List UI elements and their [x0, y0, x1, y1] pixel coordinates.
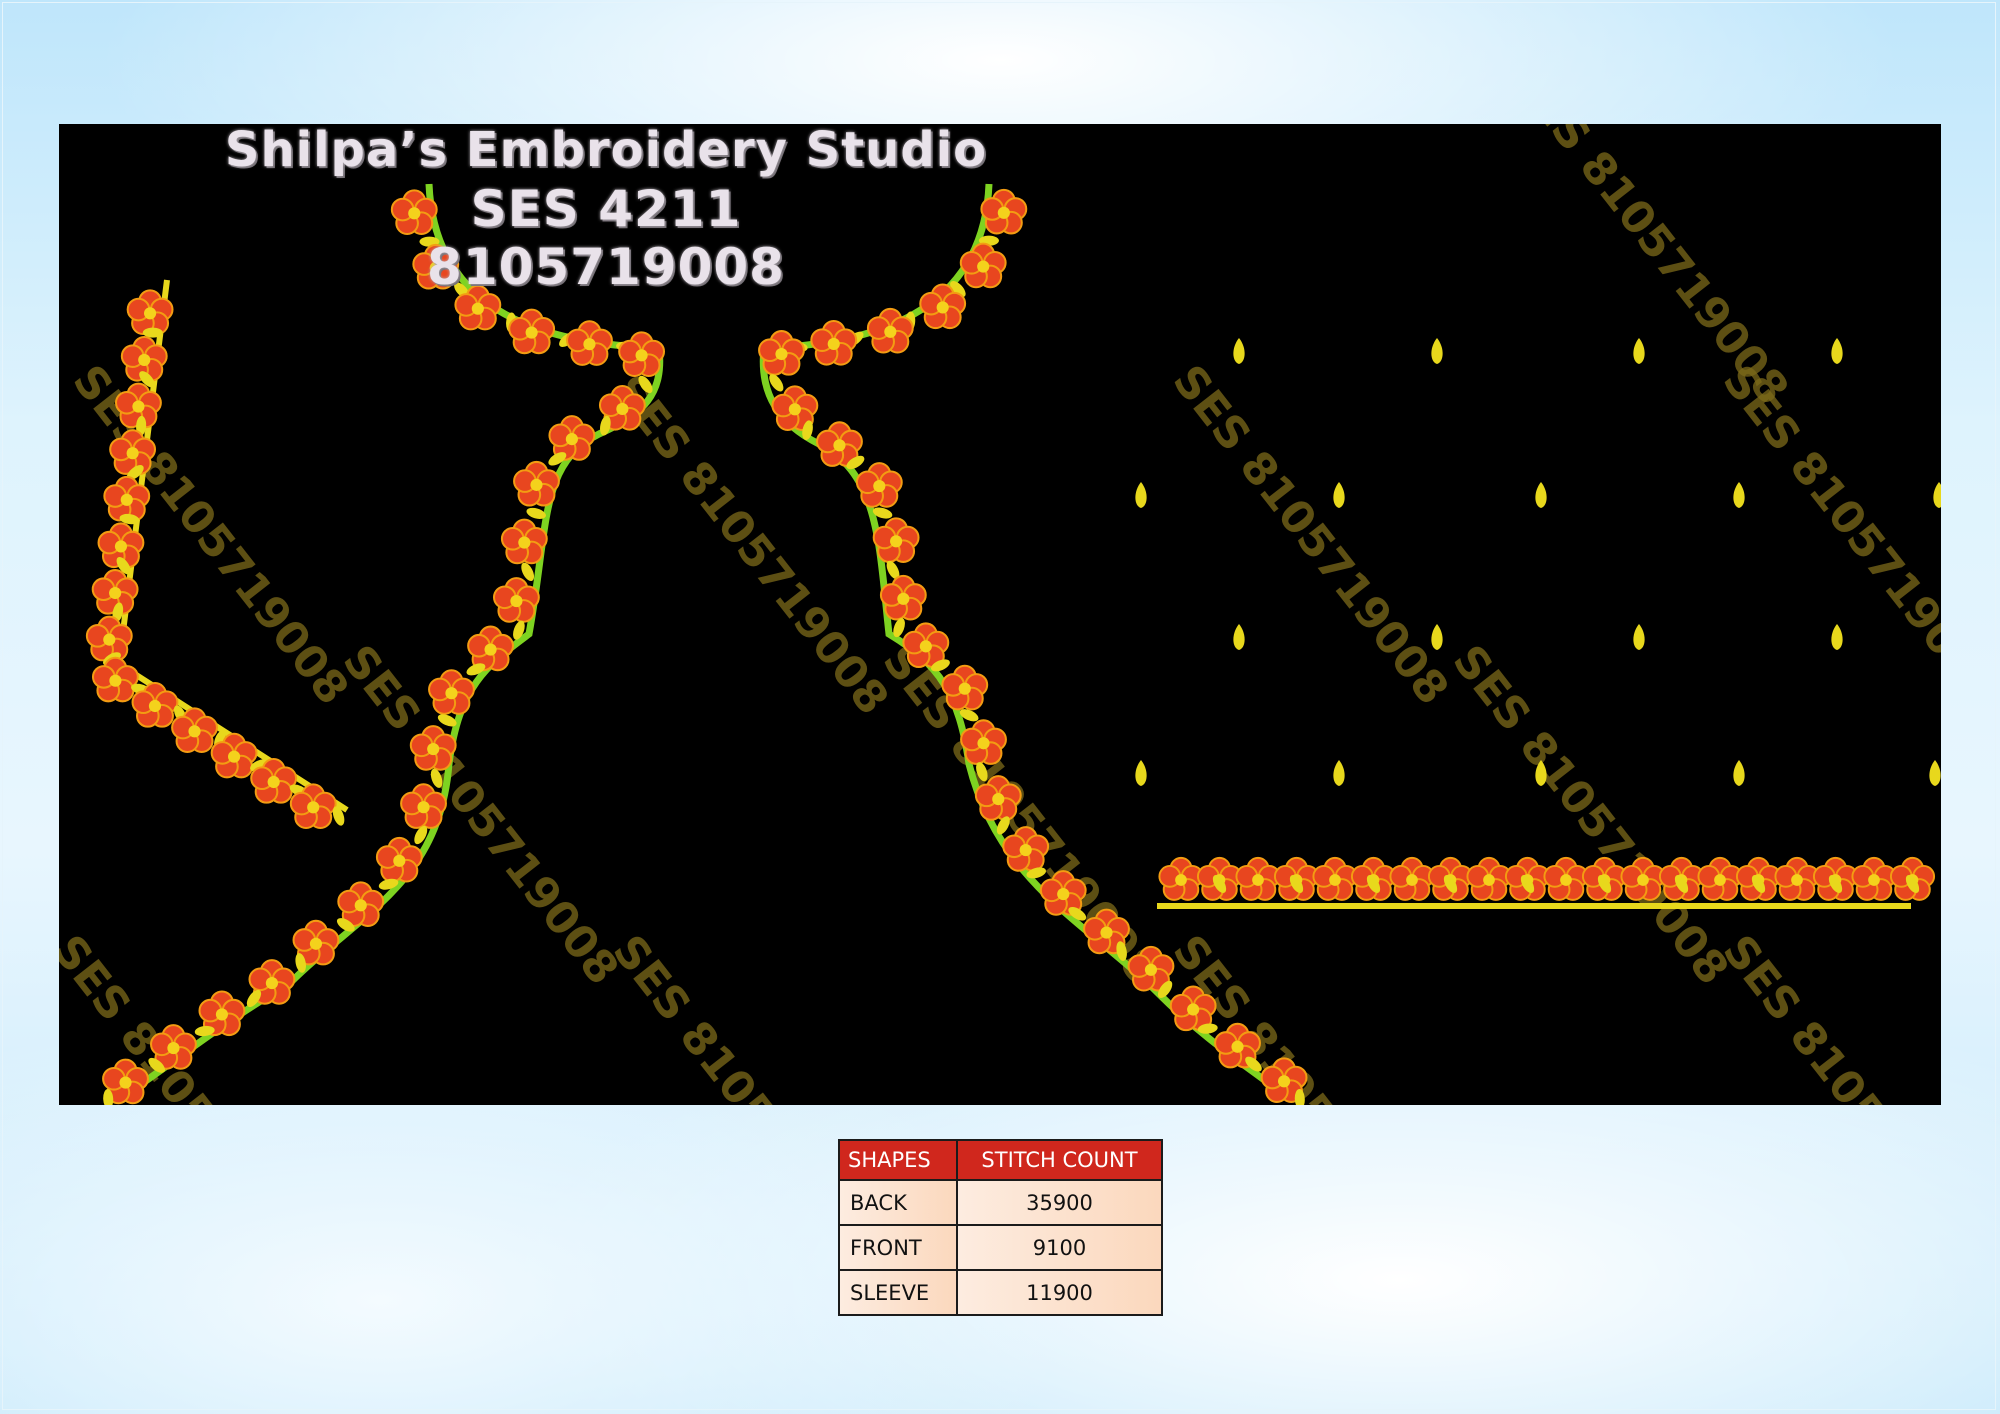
butta-motif	[1431, 338, 1443, 364]
watermark-text: SES 8105719008	[1443, 636, 1739, 994]
table-header-row: SHAPES STITCH COUNT	[838, 1139, 1163, 1181]
flower-motif	[1158, 856, 1204, 901]
phone-number: 8105719008	[427, 238, 785, 296]
flower-motif	[941, 664, 989, 711]
studio-name: Shilpa’s Embroidery Studio	[224, 122, 988, 178]
butta-motif	[1431, 624, 1443, 650]
header-shapes: SHAPES	[838, 1139, 958, 1181]
flower-motif	[1466, 856, 1512, 901]
flower-motif	[810, 319, 858, 366]
flower-motif	[1389, 856, 1435, 901]
flower-motif	[1543, 856, 1589, 901]
header-stitch-count: STITCH COUNT	[956, 1139, 1163, 1181]
flower-motif	[1312, 856, 1358, 901]
flower-motif	[1774, 856, 1820, 901]
watermark-text: SES 8105719008	[1713, 356, 1941, 714]
butta-motif	[1535, 482, 1547, 508]
flower-motif	[1235, 856, 1281, 901]
flower-motif	[375, 836, 423, 883]
flower-motif	[428, 669, 475, 715]
cell-count: 11900	[956, 1269, 1163, 1316]
butta-motif	[1733, 482, 1745, 508]
watermark-text: SES 8105719008	[333, 636, 629, 994]
butta-motif	[1333, 760, 1345, 786]
flower-motif	[872, 517, 920, 563]
butta-motif	[1831, 338, 1843, 364]
flower-motif	[618, 331, 666, 377]
embroidery-design-panel: SES 8105719008 SES 8105719008 SES 81057190…	[59, 124, 1941, 1105]
butta-motif	[1135, 482, 1147, 508]
watermark-text: SES 8105719008	[603, 926, 899, 1105]
table-row: FRONT 9100	[838, 1224, 1163, 1271]
watermark-text: SES 8105719008	[1163, 356, 1459, 714]
flower-motif	[548, 415, 596, 461]
flower-motif	[855, 462, 903, 508]
cell-shape: FRONT	[838, 1224, 958, 1271]
cell-count: 9100	[956, 1224, 1163, 1271]
flower-motif	[758, 330, 805, 376]
butta-motif	[1333, 482, 1345, 508]
flower-motif	[91, 656, 139, 703]
watermark-text: SES 8105719008	[59, 926, 338, 1105]
flower-motif	[467, 625, 514, 672]
design-code: SES 4211	[470, 180, 742, 238]
flower-motif	[879, 574, 927, 621]
stitch-count-table: SHAPES STITCH COUNT BACK 35900 FRONT 910…	[838, 1139, 1163, 1316]
flower-motif	[500, 518, 548, 565]
flower-motif	[1851, 856, 1897, 901]
flower-motif	[492, 577, 540, 623]
butta-motif	[1633, 624, 1645, 650]
butta-motif	[1929, 760, 1941, 786]
butta-motif	[1831, 624, 1843, 650]
butta-motif	[1135, 760, 1147, 786]
cell-shape: BACK	[838, 1179, 958, 1226]
butta-motif	[1633, 338, 1645, 364]
butta-motif	[1933, 482, 1941, 508]
cell-count: 35900	[956, 1179, 1163, 1226]
table-row: SLEEVE 11900	[838, 1269, 1163, 1316]
cell-shape: SLEEVE	[838, 1269, 958, 1316]
watermark-text: SES 8105719008	[603, 366, 899, 724]
table-row: BACK 35900	[838, 1179, 1163, 1226]
butta-motif	[1233, 338, 1245, 364]
flower-motif	[566, 320, 613, 366]
flower-motif	[513, 460, 560, 507]
watermark-text: SES 8105719008	[1713, 926, 1941, 1105]
butta-motif	[1733, 760, 1745, 786]
butta-motif	[1233, 624, 1245, 650]
flower-motif	[1697, 856, 1743, 901]
